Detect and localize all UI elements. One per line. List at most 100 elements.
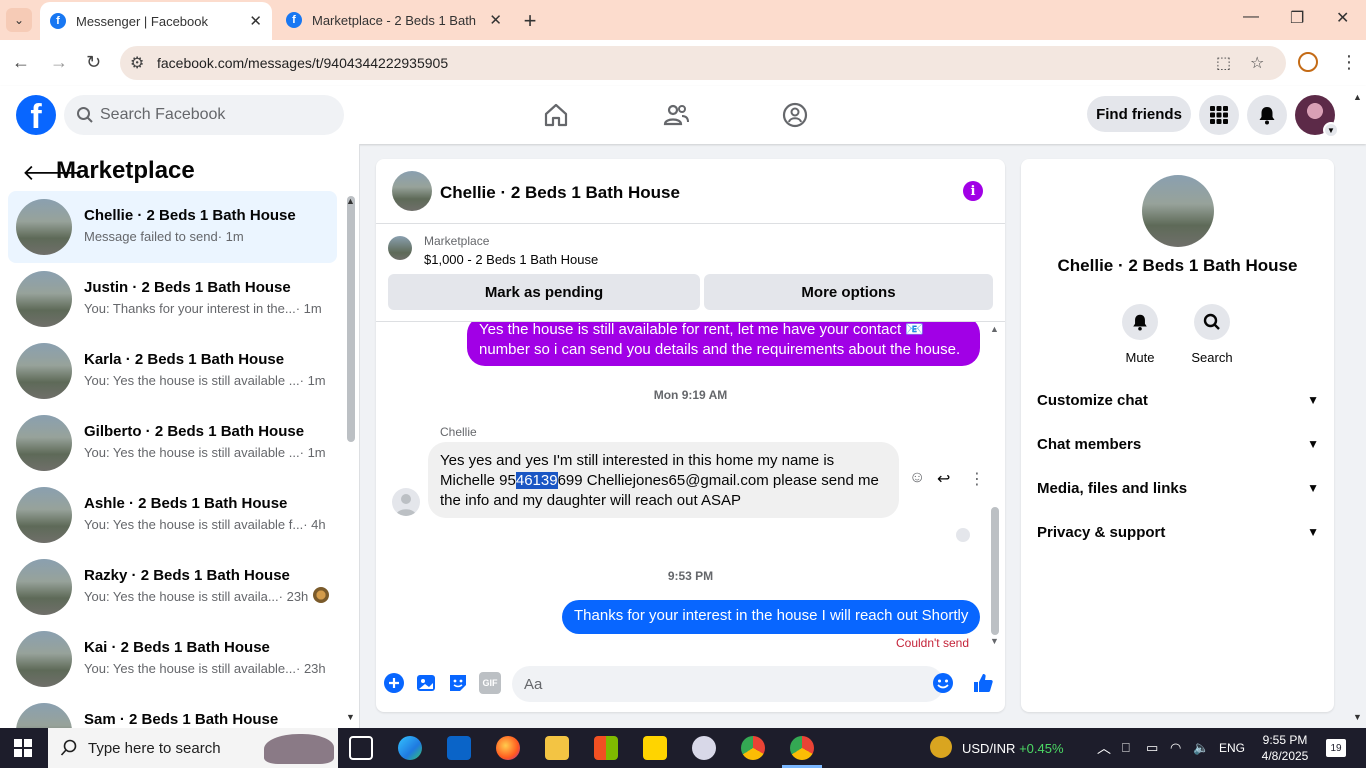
conversation-item[interactable]: Karla · 2 Beds 1 Bath House You: Yes the… bbox=[8, 335, 337, 407]
thumbs-up-icon[interactable] bbox=[972, 672, 994, 694]
edge-browser-icon[interactable] bbox=[398, 736, 422, 760]
chat-members-section[interactable]: Chat members ▼ bbox=[1037, 429, 1319, 459]
conversation-item[interactable]: Sam · 2 Beds 1 Bath House bbox=[8, 695, 337, 728]
site-info-icon[interactable]: ⚙ bbox=[130, 53, 144, 73]
battery-icon[interactable]: ▭ bbox=[1146, 728, 1158, 768]
conversation-item[interactable]: Razky · 2 Beds 1 Bath House You: Yes the… bbox=[8, 551, 337, 623]
chrome-profile-icon[interactable] bbox=[790, 736, 814, 760]
new-tab-button[interactable]: + bbox=[518, 8, 542, 34]
listing-price-title[interactable]: $1,000 - 2 Beds 1 Bath House bbox=[424, 252, 598, 267]
conversation-item[interactable]: Kai · 2 Beds 1 Bath House You: Yes the h… bbox=[8, 623, 337, 695]
taskbar-search-box[interactable]: Type here to search bbox=[48, 728, 338, 768]
forward-arrow-icon[interactable]: → bbox=[50, 52, 68, 73]
bell-icon bbox=[1133, 314, 1147, 331]
sender-avatar[interactable] bbox=[392, 488, 420, 516]
more-options-button[interactable]: More options bbox=[704, 274, 993, 310]
incoming-message[interactable]: Yes yes and yes I'm still interested in … bbox=[428, 442, 899, 518]
volume-icon[interactable]: 🔈 bbox=[1193, 728, 1209, 768]
close-tab-icon[interactable]: ✕ bbox=[489, 11, 502, 29]
conversation-item[interactable]: Ashle · 2 Beds 1 Bath House You: Yes the… bbox=[8, 479, 337, 551]
notification-center-icon[interactable]: 19 bbox=[1326, 739, 1346, 757]
back-arrow-icon[interactable]: ← bbox=[12, 52, 30, 73]
search-input[interactable] bbox=[100, 95, 330, 135]
page-scroll-down-icon[interactable]: ▼ bbox=[1353, 712, 1362, 722]
minimize-icon[interactable]: — bbox=[1243, 8, 1259, 26]
page-scroll-up-icon[interactable]: ▲ bbox=[1353, 92, 1362, 102]
tab-marketplace[interactable]: f Marketplace - 2 Beds 1 Bath House ✕ bbox=[276, 0, 512, 40]
restore-icon[interactable]: ❐ bbox=[1290, 8, 1304, 28]
facebook-search[interactable] bbox=[64, 95, 344, 135]
meet-now-icon[interactable]: ⎕ bbox=[1122, 728, 1130, 768]
chat-scroll-up-icon[interactable]: ▲ bbox=[990, 324, 999, 334]
chrome-icon[interactable] bbox=[741, 736, 765, 760]
menu-grid-icon[interactable] bbox=[1199, 95, 1239, 135]
profile-icon[interactable] bbox=[1298, 52, 1318, 72]
taskbar-search-text: Type here to search bbox=[88, 740, 221, 757]
chat-thumbnail[interactable] bbox=[392, 171, 432, 211]
chat-scrollbar[interactable] bbox=[991, 507, 999, 635]
tab-title: Marketplace - 2 Beds 1 Bath House bbox=[312, 12, 480, 28]
conversation-preview: Message failed to send · 1m bbox=[84, 229, 329, 244]
mute-button[interactable]: Mute bbox=[1110, 304, 1170, 365]
task-view-icon[interactable] bbox=[349, 736, 373, 760]
browser-menu-icon[interactable]: ⋮ bbox=[1340, 52, 1358, 73]
currency-ticker[interactable]: USD/INR +0.45% bbox=[962, 728, 1064, 768]
groups-icon[interactable] bbox=[780, 100, 810, 130]
send-failed-status[interactable]: Couldn't send bbox=[896, 636, 969, 650]
language-indicator[interactable]: ENG bbox=[1219, 728, 1245, 768]
install-app-icon[interactable]: ⬚ bbox=[1216, 53, 1231, 73]
outgoing-message[interactable]: Yes the house is still available for ren… bbox=[467, 322, 980, 366]
list-scroll-down-icon[interactable]: ▼ bbox=[346, 712, 355, 722]
media-files-links-section[interactable]: Media, files and links ▼ bbox=[1037, 473, 1319, 503]
taskbar-clock[interactable]: 9:55 PM 4/8/2025 bbox=[1250, 732, 1320, 764]
conversation-item[interactable]: Justin · 2 Beds 1 Bath House You: Thanks… bbox=[8, 263, 337, 335]
react-emoji-icon[interactable]: ☺ bbox=[909, 469, 925, 487]
bookmark-star-icon[interactable]: ☆ bbox=[1250, 53, 1264, 73]
conversation-profile-photo[interactable] bbox=[1142, 175, 1214, 247]
windows-start-icon[interactable] bbox=[14, 739, 32, 757]
account-avatar[interactable]: ▼ bbox=[1295, 95, 1339, 138]
close-tab-icon[interactable]: ✕ bbox=[249, 12, 262, 30]
emoji-icon[interactable] bbox=[932, 672, 954, 694]
show-hidden-icons-chevron-up-icon[interactable]: ︿ bbox=[1097, 728, 1111, 768]
friends-icon[interactable] bbox=[661, 100, 691, 130]
close-window-icon[interactable]: ✕ bbox=[1336, 8, 1349, 28]
conversation-item[interactable]: Gilberto · 2 Beds 1 Bath House You: Yes … bbox=[8, 407, 337, 479]
chat-scroll-down-icon[interactable]: ▼ bbox=[990, 636, 999, 646]
customize-chat-section[interactable]: Customize chat ▼ bbox=[1037, 385, 1319, 415]
search-in-conversation-button[interactable]: Search bbox=[1182, 304, 1242, 365]
list-scroll-up-icon[interactable]: ▲ bbox=[346, 196, 355, 206]
outlook-icon[interactable] bbox=[447, 736, 471, 760]
url-text[interactable]: facebook.com/messages/t/9404344222935905 bbox=[157, 55, 448, 71]
firefox-icon[interactable] bbox=[496, 736, 520, 760]
file-explorer-icon[interactable] bbox=[545, 736, 569, 760]
sticky-notes-icon[interactable] bbox=[643, 736, 667, 760]
mark-as-pending-button[interactable]: Mark as pending bbox=[388, 274, 700, 310]
more-actions-icon[interactable]: ⋮ bbox=[969, 469, 985, 489]
tab-messenger[interactable]: f Messenger | Facebook ✕ bbox=[40, 2, 272, 40]
photo-icon[interactable] bbox=[415, 672, 437, 694]
info-icon[interactable]: i bbox=[963, 181, 983, 201]
reply-icon[interactable]: ↩ bbox=[937, 469, 950, 489]
chat-title[interactable]: Chellie · 2 Beds 1 Bath House bbox=[440, 183, 680, 203]
listing-thumbnail[interactable] bbox=[388, 236, 412, 260]
conversation-list-scrollbar[interactable] bbox=[347, 196, 355, 442]
find-friends-button[interactable]: Find friends bbox=[1087, 96, 1191, 132]
gif-icon[interactable]: GIF bbox=[479, 672, 501, 694]
notifications-bell-icon[interactable] bbox=[1247, 95, 1287, 135]
address-bar[interactable]: ⚙ facebook.com/messages/t/94043442229359… bbox=[120, 46, 1286, 80]
conversation-item[interactable]: Chellie · 2 Beds 1 Bath House Message fa… bbox=[8, 191, 337, 263]
microsoft-store-icon[interactable] bbox=[594, 736, 618, 760]
outgoing-message[interactable]: Thanks for your interest in the house I … bbox=[562, 600, 980, 634]
home-icon[interactable] bbox=[541, 100, 571, 130]
message-input[interactable] bbox=[512, 666, 944, 702]
panel-title: Marketplace bbox=[56, 157, 195, 184]
tab-search-dropdown[interactable]: ⌄ bbox=[6, 8, 32, 32]
snipping-tool-icon[interactable] bbox=[692, 736, 716, 760]
sticker-icon[interactable] bbox=[447, 672, 469, 694]
privacy-support-section[interactable]: Privacy & support ▼ bbox=[1037, 517, 1319, 547]
reload-icon[interactable]: ↻ bbox=[86, 52, 101, 73]
facebook-logo[interactable]: f bbox=[16, 95, 56, 135]
plus-circle-icon[interactable] bbox=[383, 672, 405, 694]
wifi-icon[interactable]: ◠ bbox=[1170, 728, 1181, 768]
